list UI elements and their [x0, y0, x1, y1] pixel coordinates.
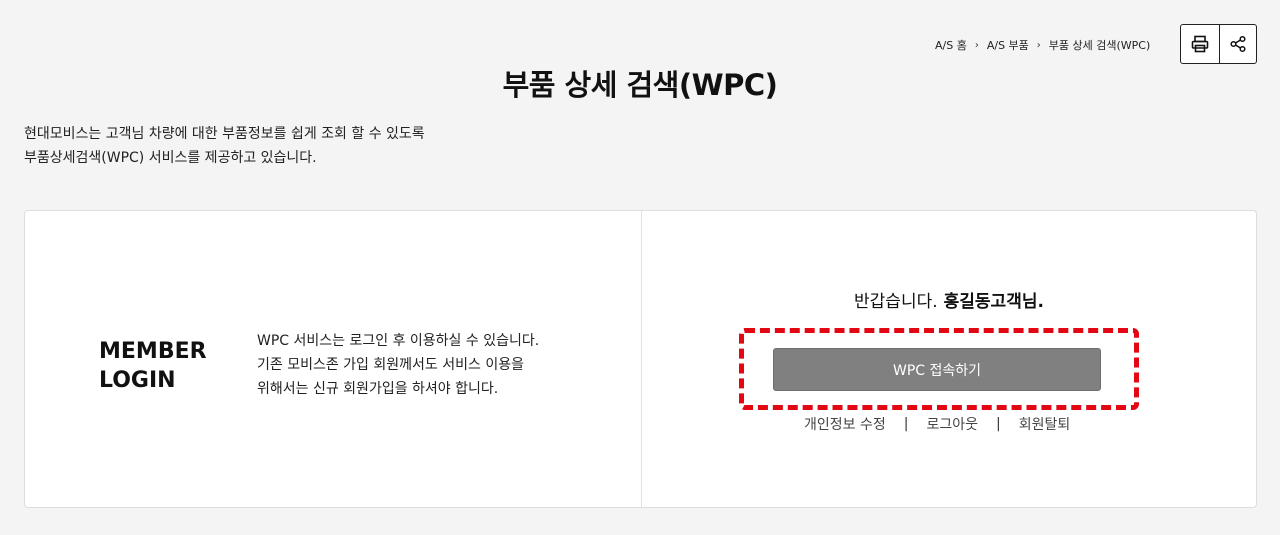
description-line: WPC 서비스는 로그인 후 이용하실 수 있습니다. [257, 333, 540, 349]
print-button[interactable] [1181, 25, 1219, 63]
member-title-line: MEMBER [99, 339, 207, 364]
link-separator: | [903, 416, 909, 432]
member-login-section: MEMBER LOGIN WPC 서비스는 로그인 후 이용하실 수 있습니다.… [25, 211, 642, 507]
page-title: 부품 상세 검색(WPC) [502, 68, 778, 102]
breadcrumb-as-parts[interactable]: A/S 부품 [987, 37, 1029, 53]
intro-line: 부품상세검색(WPC) 서비스를 제공하고 있습니다. [24, 150, 317, 166]
description-line: 위해서는 신규 회원가입을 하셔야 합니다. [257, 381, 499, 397]
wpc-login-panel: MEMBER LOGIN WPC 서비스는 로그인 후 이용하실 수 있습니다.… [24, 210, 1257, 508]
description-line: 기존 모비스존 가입 회원께서도 서비스 이용을 [257, 357, 524, 373]
welcome-greeting: 반갑습니다. 홍길동고객님. [642, 287, 1256, 312]
user-name: 홍길동고객님. [943, 292, 1044, 312]
intro-line: 현대모비스는 고객님 차량에 대한 부품정보를 쉽게 조회 할 수 있도록 [24, 126, 425, 142]
account-links: 개인정보 수정 | 로그아웃 | 회원탈퇴 [804, 414, 1070, 434]
link-separator: | [995, 416, 1001, 432]
intro-text: 현대모비스는 고객님 차량에 대한 부품정보를 쉽게 조회 할 수 있도록 부품… [24, 122, 425, 170]
breadcrumb-as-home[interactable]: A/S 홈 [935, 37, 967, 53]
withdraw-link[interactable]: 회원탈퇴 [1019, 414, 1071, 434]
share-icon [1230, 35, 1246, 53]
member-login-description: WPC 서비스는 로그인 후 이용하실 수 있습니다. 기존 모비스존 가입 회… [257, 329, 539, 401]
edit-profile-link[interactable]: 개인정보 수정 [804, 414, 886, 434]
print-icon [1191, 35, 1209, 53]
logout-link[interactable]: 로그아웃 [926, 414, 978, 434]
page-actions [1180, 24, 1257, 64]
share-button[interactable] [1218, 25, 1257, 63]
wpc-connect-button[interactable]: WPC 접속하기 [773, 348, 1101, 391]
chevron-right-icon: › [974, 39, 979, 51]
welcome-section: 반갑습니다. 홍길동고객님. WPC 접속하기 개인정보 수정 | 로그아웃 | … [642, 211, 1256, 507]
breadcrumb-current: 부품 상세 검색(WPC) [1048, 39, 1151, 52]
member-title-line: LOGIN [99, 368, 176, 393]
member-login-title: MEMBER LOGIN [99, 337, 207, 395]
greeting-text: 반갑습니다. [854, 292, 938, 312]
chevron-right-icon: › [1036, 39, 1041, 51]
breadcrumb: A/S 홈 › A/S 부품 › 부품 상세 검색(WPC) [935, 37, 1150, 53]
